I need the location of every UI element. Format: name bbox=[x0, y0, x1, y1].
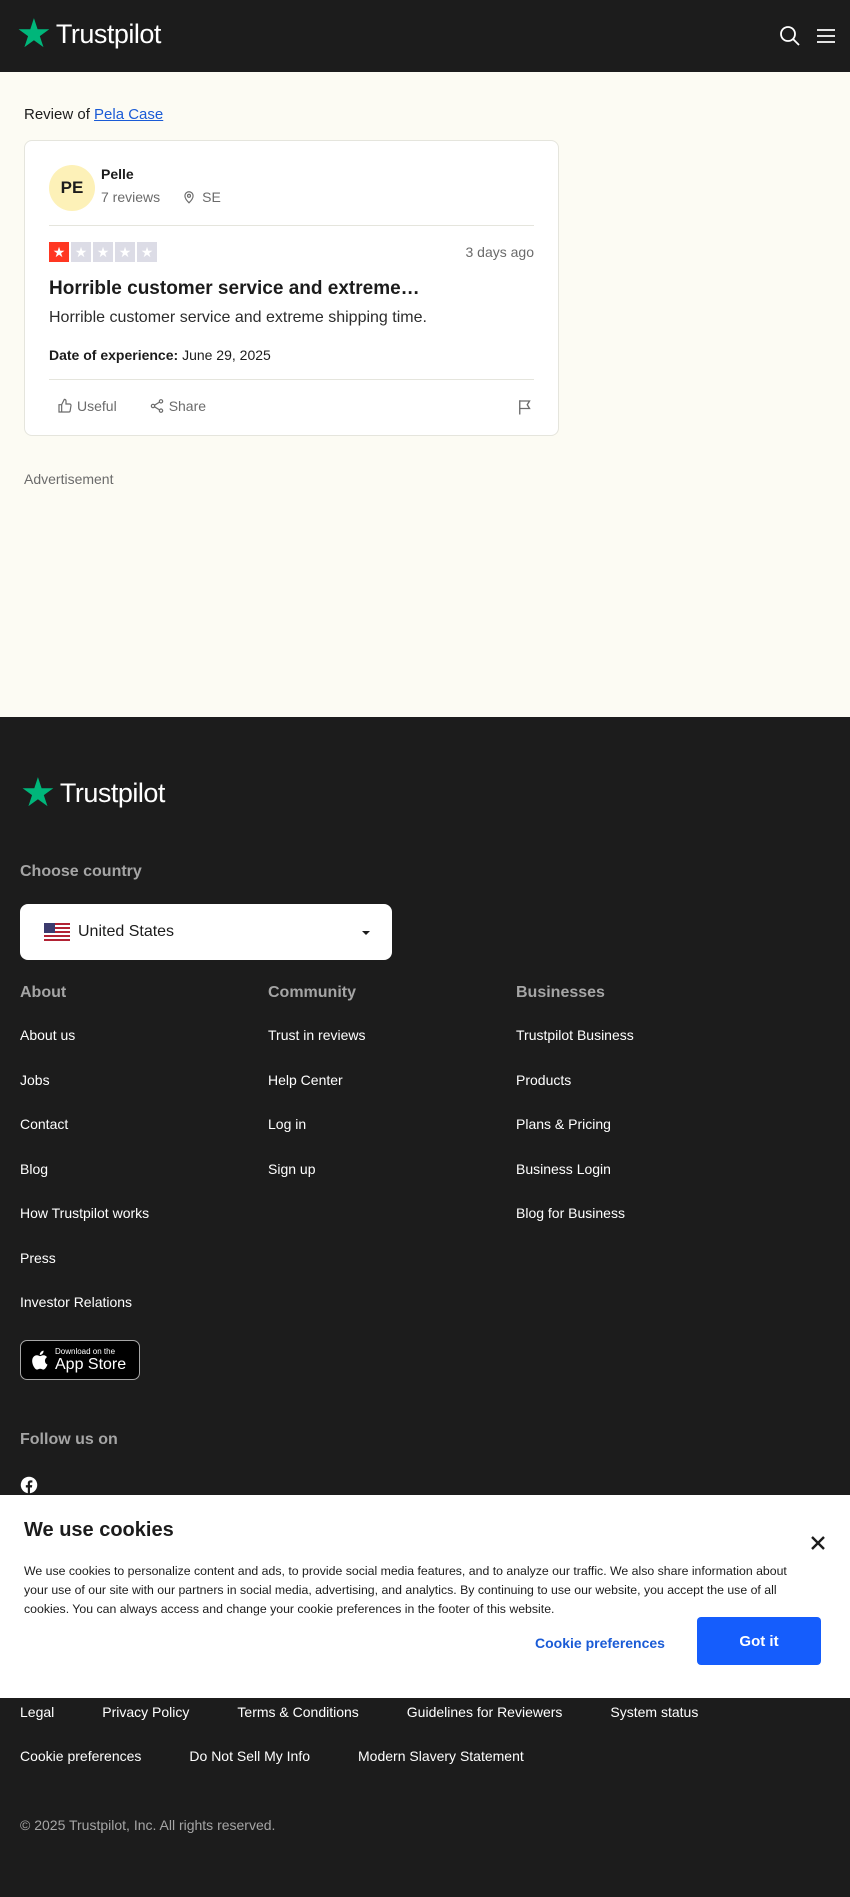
accept-cookies-button[interactable]: Got it bbox=[697, 1617, 821, 1665]
footer-brand-name: Trustpilot bbox=[59, 777, 166, 808]
review-of-line: Review of Pela Case bbox=[24, 106, 163, 123]
footer-link[interactable]: Investor Relations bbox=[20, 1294, 260, 1339]
footer-link[interactable]: About us bbox=[20, 1027, 260, 1072]
app-store-badge[interactable]: Download on the App Store bbox=[20, 1340, 140, 1380]
cookie-title: We use cookies bbox=[24, 1519, 174, 1541]
star-logo-icon: ★ bbox=[16, 12, 52, 56]
main-content: Review of Pela Case PE Pelle 7 reviews S… bbox=[0, 72, 850, 717]
star-empty-icon: ★ bbox=[93, 242, 113, 262]
footer-link[interactable]: Products bbox=[516, 1072, 756, 1117]
site-footer: ★ Trustpilot Choose country United State… bbox=[0, 717, 850, 1897]
footer-link[interactable]: Business Login bbox=[516, 1161, 756, 1206]
avatar[interactable]: PE bbox=[49, 165, 95, 211]
country-select[interactable]: United States bbox=[20, 904, 392, 960]
legal-link[interactable]: System status bbox=[610, 1704, 698, 1720]
star-filled-icon: ★ bbox=[49, 242, 69, 262]
footer-link[interactable]: Plans & Pricing bbox=[516, 1116, 756, 1161]
selected-country: United States bbox=[78, 923, 175, 940]
star-rating: ★ ★ ★ ★ ★ bbox=[49, 242, 157, 262]
divider bbox=[49, 225, 534, 226]
legal-link[interactable]: Guidelines for Reviewers bbox=[407, 1704, 563, 1720]
useful-button[interactable]: Useful bbox=[49, 398, 125, 414]
column-title: About bbox=[20, 984, 67, 1001]
star-empty-icon: ★ bbox=[71, 242, 91, 262]
legal-links-row-1: Legal Privacy Policy Terms & Conditions … bbox=[20, 1704, 698, 1720]
useful-label: Useful bbox=[77, 398, 117, 414]
menu-icon[interactable] bbox=[814, 24, 838, 48]
review-actions: Useful Share bbox=[49, 398, 214, 414]
footer-link[interactable]: Trustpilot Business bbox=[516, 1027, 756, 1072]
legal-link[interactable]: Terms & Conditions bbox=[237, 1704, 358, 1720]
column-title: Businesses bbox=[516, 984, 605, 1001]
footer-link[interactable]: Blog bbox=[20, 1161, 260, 1206]
review-title[interactable]: Horrible customer service and extreme… bbox=[49, 278, 420, 300]
follow-us-heading: Follow us on bbox=[20, 1431, 118, 1448]
review-date: 3 days ago bbox=[465, 244, 535, 260]
legal-link[interactable]: Do Not Sell My Info bbox=[189, 1748, 310, 1764]
experience-label: Date of experience: bbox=[49, 347, 179, 363]
thumbs-up-icon bbox=[58, 398, 72, 413]
experience-value: June 29, 2025 bbox=[182, 347, 271, 363]
footer-link[interactable]: Blog for Business bbox=[516, 1205, 756, 1250]
divider bbox=[49, 379, 534, 380]
cookie-preferences-button[interactable]: Cookie preferences bbox=[520, 1619, 680, 1667]
share-label: Share bbox=[168, 398, 207, 414]
legal-link[interactable]: Privacy Policy bbox=[102, 1704, 189, 1720]
reviewer-name[interactable]: Pelle bbox=[101, 166, 134, 182]
review-card: PE Pelle 7 reviews SE ★ ★ ★ ★ ★ 3 days ago H… bbox=[24, 140, 559, 436]
review-body: Horrible customer service and extreme sh… bbox=[49, 309, 427, 326]
star-logo-icon: ★ bbox=[20, 771, 56, 815]
footer-link[interactable]: How Trustpilot works bbox=[20, 1205, 260, 1250]
footer-link[interactable]: Log in bbox=[268, 1116, 508, 1161]
chevron-down-icon bbox=[362, 931, 370, 935]
footer-column-community: Community Trust in reviews Help Center L… bbox=[268, 984, 508, 1205]
copyright: © 2025 Trustpilot, Inc. All rights reser… bbox=[20, 1817, 276, 1833]
trustpilot-logo[interactable]: ★ Trustpilot bbox=[16, 14, 161, 54]
footer-link[interactable]: Trust in reviews bbox=[268, 1027, 508, 1072]
footer-column-about: About About us Jobs Contact Blog How Tru… bbox=[20, 984, 260, 1339]
advertisement-label: Advertisement bbox=[24, 471, 114, 487]
review-count: 7 reviews bbox=[101, 189, 161, 205]
brand-name: Trustpilot bbox=[55, 18, 162, 49]
reviewer-meta: 7 reviews SE bbox=[101, 189, 221, 205]
share-icon bbox=[150, 399, 163, 413]
legal-link[interactable]: Cookie preferences bbox=[20, 1748, 141, 1764]
legal-links-row-2: Cookie preferences Do Not Sell My Info M… bbox=[20, 1748, 524, 1764]
legal-link[interactable]: Legal bbox=[20, 1704, 54, 1720]
reviewer-country: SE bbox=[202, 189, 221, 205]
star-empty-icon: ★ bbox=[115, 242, 135, 262]
us-flag-icon bbox=[44, 923, 70, 941]
footer-link[interactable]: Jobs bbox=[20, 1072, 260, 1117]
site-header: ★ Trustpilot bbox=[0, 0, 850, 72]
share-button[interactable]: Share bbox=[141, 398, 214, 414]
footer-link[interactable]: Press bbox=[20, 1250, 260, 1295]
footer-link[interactable]: Sign up bbox=[268, 1161, 508, 1206]
apple-icon bbox=[32, 1350, 48, 1370]
cookie-text: We use cookies to personalize content an… bbox=[24, 1564, 787, 1616]
choose-country-heading: Choose country bbox=[20, 863, 142, 880]
close-icon[interactable] bbox=[810, 1535, 826, 1551]
flag-icon[interactable] bbox=[516, 398, 534, 416]
appstore-line1: Download on the bbox=[55, 1347, 116, 1356]
business-link[interactable]: Pela Case bbox=[94, 106, 163, 123]
facebook-icon[interactable] bbox=[20, 1476, 38, 1494]
search-icon[interactable] bbox=[778, 24, 802, 48]
legal-link[interactable]: Modern Slavery Statement bbox=[358, 1748, 524, 1764]
column-title: Community bbox=[268, 984, 356, 1001]
footer-link[interactable]: Contact bbox=[20, 1116, 260, 1161]
footer-link[interactable]: Help Center bbox=[268, 1072, 508, 1117]
experience-date: Date of experience: June 29, 2025 bbox=[49, 347, 271, 363]
footer-trustpilot-logo[interactable]: ★ Trustpilot bbox=[20, 773, 165, 813]
star-empty-icon: ★ bbox=[137, 242, 157, 262]
review-of-label: Review of bbox=[24, 106, 90, 123]
location-pin-icon bbox=[184, 191, 194, 204]
footer-column-businesses: Businesses Trustpilot Business Products … bbox=[516, 984, 756, 1250]
appstore-line2: App Store bbox=[55, 1356, 127, 1373]
cookie-banner: We use cookies We use cookies to persona… bbox=[0, 1495, 850, 1698]
